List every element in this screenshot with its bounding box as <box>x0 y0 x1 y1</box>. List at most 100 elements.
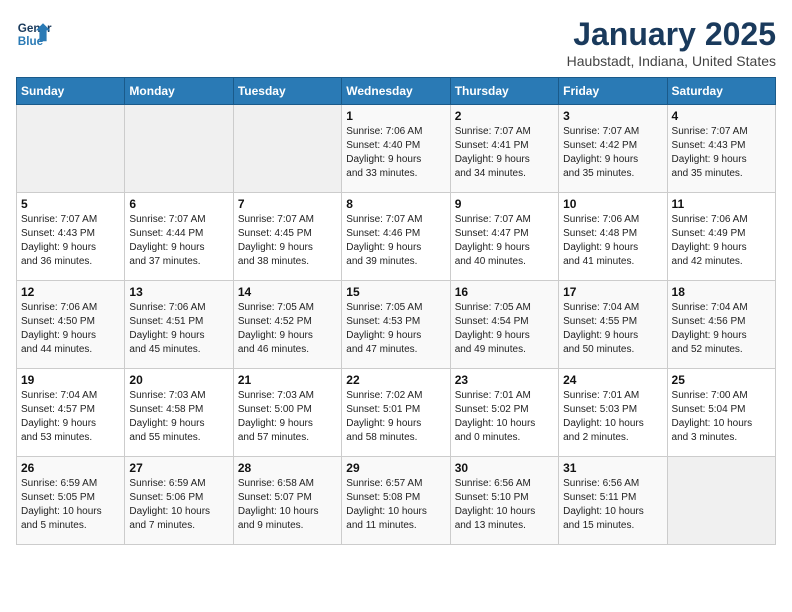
calendar-cell: 26 Sunrise: 6:59 AMSunset: 5:05 PMDayligh… <box>17 457 125 545</box>
calendar-cell: 8 Sunrise: 7:07 AMSunset: 4:46 PMDaylight… <box>342 193 450 281</box>
day-number: 22 <box>346 373 445 387</box>
day-info: Sunrise: 7:06 AMSunset: 4:40 PMDaylight:… <box>346 125 445 181</box>
day-info: Sunrise: 7:02 AMSunset: 5:01 PMDaylight:… <box>346 389 445 445</box>
calendar-cell: 4 Sunrise: 7:07 AMSunset: 4:43 PMDaylight… <box>667 105 775 193</box>
day-number: 6 <box>129 197 228 211</box>
day-info: Sunrise: 6:58 AMSunset: 5:07 PMDaylight:… <box>238 477 337 533</box>
calendar-cell: 27Sunrise: 6:59 AMSunset: 5:06 PMDayligh… <box>125 457 233 545</box>
calendar-subtitle: Haubstadt, Indiana, United States <box>567 53 776 69</box>
day-info: Sunrise: 7:01 AMSunset: 5:02 PMDaylight:… <box>455 389 554 445</box>
calendar-week-row: 12Sunrise: 7:06 AMSunset: 4:50 PMDayligh… <box>17 281 776 369</box>
calendar-cell <box>17 105 125 193</box>
day-number: 30 <box>455 461 554 475</box>
day-number: 16 <box>455 285 554 299</box>
day-info: Sunrise: 7:07 AMSunset: 4:47 PMDaylight:… <box>455 213 554 269</box>
day-number: 13 <box>129 285 228 299</box>
day-number: 23 <box>455 373 554 387</box>
day-number: 25 <box>672 373 771 387</box>
day-number: 14 <box>238 285 337 299</box>
calendar-cell: 23 Sunrise: 7:01 AMSunset: 5:02 PMDayligh… <box>450 369 558 457</box>
weekday-header-cell: Thursday <box>450 78 558 105</box>
calendar-cell: 21 Sunrise: 7:03 AMSunset: 5:00 PMDayligh… <box>233 369 341 457</box>
day-number: 10 <box>563 197 662 211</box>
day-info: Sunrise: 7:06 AMSunset: 4:48 PMDaylight:… <box>563 213 662 269</box>
calendar-cell: 29Sunrise: 6:57 AMSunset: 5:08 PMDayligh… <box>342 457 450 545</box>
day-number: 8 <box>346 197 445 211</box>
day-number: 29 <box>346 461 445 475</box>
day-info: Sunrise: 7:06 AMSunset: 4:51 PMDaylight:… <box>129 301 228 357</box>
day-number: 4 <box>672 109 771 123</box>
logo-icon: General Blue <box>16 16 52 52</box>
calendar-cell <box>125 105 233 193</box>
calendar-week-row: 5Sunrise: 7:07 AMSunset: 4:43 PMDaylight… <box>17 193 776 281</box>
day-info: Sunrise: 7:04 AMSunset: 4:55 PMDaylight:… <box>563 301 662 357</box>
title-area: January 2025 Haubstadt, Indiana, United … <box>567 16 776 69</box>
calendar-cell: 12Sunrise: 7:06 AMSunset: 4:50 PMDayligh… <box>17 281 125 369</box>
day-number: 15 <box>346 285 445 299</box>
day-info: Sunrise: 7:06 AMSunset: 4:50 PMDaylight:… <box>21 301 120 357</box>
day-number: 7 <box>238 197 337 211</box>
calendar-title: January 2025 <box>567 16 776 53</box>
calendar-body: 1 Sunrise: 7:06 AMSunset: 4:40 PMDaylight… <box>17 105 776 545</box>
calendar-cell: 2Sunrise: 7:07 AMSunset: 4:41 PMDaylight… <box>450 105 558 193</box>
calendar-cell: 15 Sunrise: 7:05 AMSunset: 4:53 PMDayligh… <box>342 281 450 369</box>
day-number: 18 <box>672 285 771 299</box>
logo: General Blue <box>16 16 52 52</box>
weekday-header-cell: Monday <box>125 78 233 105</box>
calendar-cell: 10 Sunrise: 7:06 AMSunset: 4:48 PMDayligh… <box>559 193 667 281</box>
day-info: Sunrise: 6:56 AMSunset: 5:11 PMDaylight:… <box>563 477 662 533</box>
weekday-header-cell: Friday <box>559 78 667 105</box>
header: General Blue January 2025 Haubstadt, Ind… <box>16 16 776 69</box>
calendar-cell: 11Sunrise: 7:06 AMSunset: 4:49 PMDayligh… <box>667 193 775 281</box>
calendar-cell: 17Sunrise: 7:04 AMSunset: 4:55 PMDayligh… <box>559 281 667 369</box>
calendar-cell <box>233 105 341 193</box>
weekday-header-cell: Tuesday <box>233 78 341 105</box>
day-info: Sunrise: 7:07 AMSunset: 4:44 PMDaylight:… <box>129 213 228 269</box>
day-info: Sunrise: 7:00 AMSunset: 5:04 PMDaylight:… <box>672 389 771 445</box>
calendar-cell: 24 Sunrise: 7:01 AMSunset: 5:03 PMDayligh… <box>559 369 667 457</box>
day-info: Sunrise: 7:04 AMSunset: 4:57 PMDaylight:… <box>21 389 120 445</box>
day-number: 28 <box>238 461 337 475</box>
calendar-cell: 20 Sunrise: 7:03 AMSunset: 4:58 PMDayligh… <box>125 369 233 457</box>
day-number: 2 <box>455 109 554 123</box>
day-info: Sunrise: 7:01 AMSunset: 5:03 PMDaylight:… <box>563 389 662 445</box>
calendar-cell: 25 Sunrise: 7:00 AMSunset: 5:04 PMDayligh… <box>667 369 775 457</box>
calendar-cell: 19 Sunrise: 7:04 AMSunset: 4:57 PMDayligh… <box>17 369 125 457</box>
calendar-week-row: 1 Sunrise: 7:06 AMSunset: 4:40 PMDaylight… <box>17 105 776 193</box>
calendar-cell: 30 Sunrise: 6:56 AMSunset: 5:10 PMDayligh… <box>450 457 558 545</box>
calendar-cell: 5Sunrise: 7:07 AMSunset: 4:43 PMDaylight… <box>17 193 125 281</box>
day-number: 5 <box>21 197 120 211</box>
calendar-week-row: 19 Sunrise: 7:04 AMSunset: 4:57 PMDayligh… <box>17 369 776 457</box>
day-number: 3 <box>563 109 662 123</box>
day-number: 19 <box>21 373 120 387</box>
day-info: Sunrise: 7:05 AMSunset: 4:53 PMDaylight:… <box>346 301 445 357</box>
day-info: Sunrise: 7:03 AMSunset: 5:00 PMDaylight:… <box>238 389 337 445</box>
calendar-cell: 6 Sunrise: 7:07 AMSunset: 4:44 PMDaylight… <box>125 193 233 281</box>
day-number: 21 <box>238 373 337 387</box>
day-info: Sunrise: 7:03 AMSunset: 4:58 PMDaylight:… <box>129 389 228 445</box>
day-info: Sunrise: 7:07 AMSunset: 4:45 PMDaylight:… <box>238 213 337 269</box>
day-number: 1 <box>346 109 445 123</box>
day-number: 24 <box>563 373 662 387</box>
calendar-cell: 14 Sunrise: 7:05 AMSunset: 4:52 PMDayligh… <box>233 281 341 369</box>
day-info: Sunrise: 7:07 AMSunset: 4:46 PMDaylight:… <box>346 213 445 269</box>
day-info: Sunrise: 6:56 AMSunset: 5:10 PMDaylight:… <box>455 477 554 533</box>
day-info: Sunrise: 7:07 AMSunset: 4:42 PMDaylight:… <box>563 125 662 181</box>
day-info: Sunrise: 6:59 AMSunset: 5:05 PMDaylight:… <box>21 477 120 533</box>
day-number: 26 <box>21 461 120 475</box>
calendar-cell: 7 Sunrise: 7:07 AMSunset: 4:45 PMDaylight… <box>233 193 341 281</box>
weekday-header-cell: Wednesday <box>342 78 450 105</box>
day-number: 20 <box>129 373 228 387</box>
calendar-cell: 9 Sunrise: 7:07 AMSunset: 4:47 PMDaylight… <box>450 193 558 281</box>
calendar-cell: 22 Sunrise: 7:02 AMSunset: 5:01 PMDayligh… <box>342 369 450 457</box>
calendar-cell: 3 Sunrise: 7:07 AMSunset: 4:42 PMDaylight… <box>559 105 667 193</box>
day-info: Sunrise: 7:07 AMSunset: 4:43 PMDaylight:… <box>672 125 771 181</box>
calendar-cell: 13 Sunrise: 7:06 AMSunset: 4:51 PMDayligh… <box>125 281 233 369</box>
day-info: Sunrise: 7:04 AMSunset: 4:56 PMDaylight:… <box>672 301 771 357</box>
day-number: 31 <box>563 461 662 475</box>
calendar-cell: 1 Sunrise: 7:06 AMSunset: 4:40 PMDaylight… <box>342 105 450 193</box>
calendar-cell: 31 Sunrise: 6:56 AMSunset: 5:11 PMDayligh… <box>559 457 667 545</box>
day-info: Sunrise: 7:06 AMSunset: 4:49 PMDaylight:… <box>672 213 771 269</box>
day-number: 9 <box>455 197 554 211</box>
day-info: Sunrise: 7:05 AMSunset: 4:52 PMDaylight:… <box>238 301 337 357</box>
